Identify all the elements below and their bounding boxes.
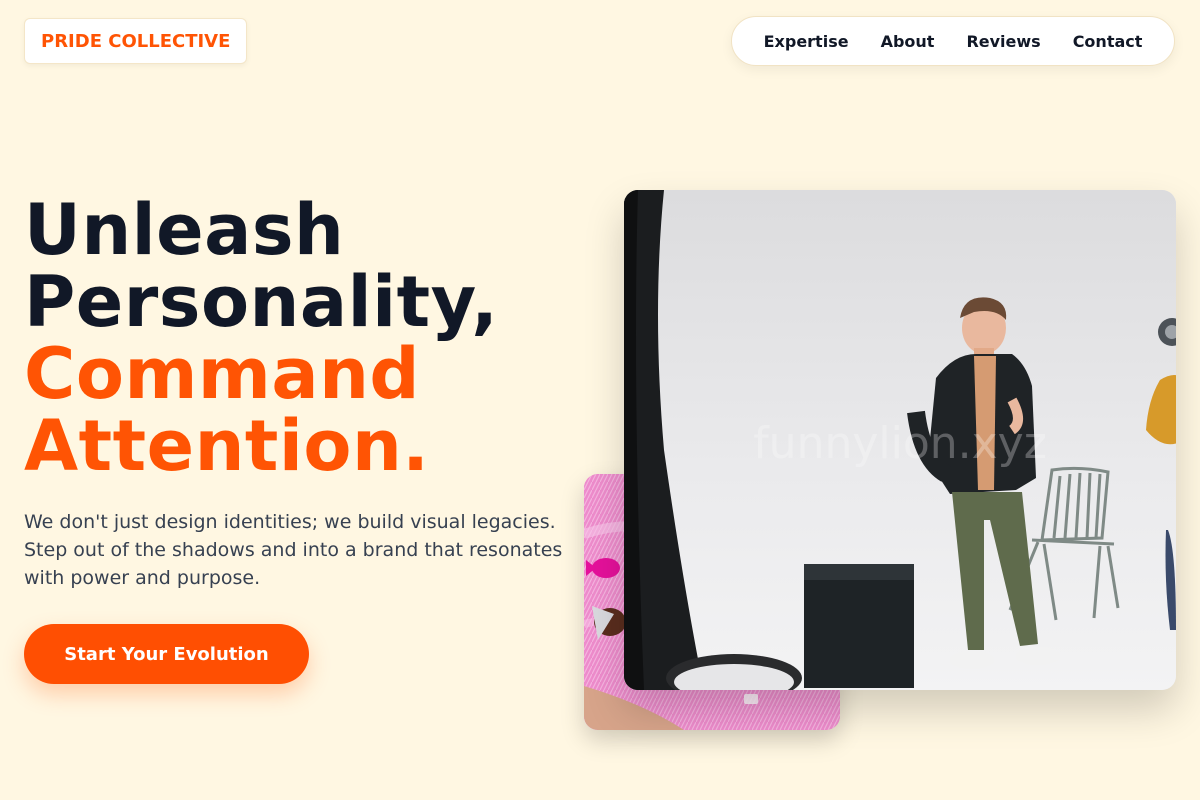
start-evolution-button[interactable]: Start Your Evolution <box>24 624 309 684</box>
main-nav: Expertise About Reviews Contact <box>731 16 1175 66</box>
nav-link-expertise[interactable]: Expertise <box>764 32 849 51</box>
headline-line-1: Unleash <box>24 189 345 271</box>
headline-line-2: Personality, <box>24 261 499 343</box>
hero-photo: funnylion.xyz <box>624 190 1176 690</box>
headline-line-4: Attention. <box>24 405 430 487</box>
hero-description: We don't just design identities; we buil… <box>24 511 563 589</box>
brand-logo[interactable]: PRIDE COLLECTIVE <box>24 18 248 64</box>
hero-headline: Unleash Personality, Command Attention. <box>24 194 498 482</box>
headline-line-3: Command <box>24 333 421 415</box>
nav-link-about[interactable]: About <box>881 32 935 51</box>
nav-link-contact[interactable]: Contact <box>1073 32 1143 51</box>
watermark-text: funnylion.xyz <box>753 418 1047 469</box>
nav-link-reviews[interactable]: Reviews <box>966 32 1040 51</box>
